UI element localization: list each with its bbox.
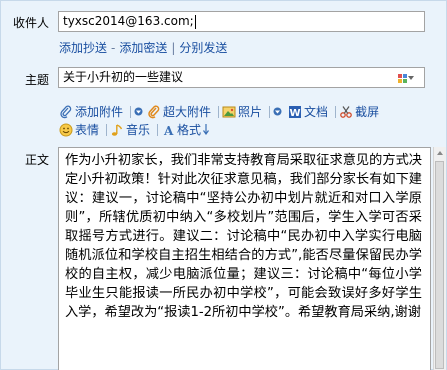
recipient-row: 收件人 tyxsc2014@163.com; (1, 11, 446, 33)
format-label: 格式 (177, 123, 202, 137)
screenshot-button[interactable]: 截屏 (339, 103, 379, 120)
svg-text:W: W (290, 108, 301, 119)
music-label: 音乐 (126, 123, 151, 137)
add-attachment-label: 添加附件 (75, 105, 124, 119)
add-attachment-button[interactable]: 添加附件 (59, 103, 123, 120)
photo-icon (222, 106, 236, 117)
separator-dash: - (111, 41, 116, 55)
add-cc-link[interactable]: 添加抄送 (59, 41, 107, 55)
message-body-editor[interactable]: 作为小升初家长，我们非常支持教育局采取征求意见的方式决定小升初政策！针对此次征求… (58, 147, 431, 370)
document-label: 文档 (304, 105, 329, 119)
recipient-links: 添加抄送 - 添加密送 | 分别发送 (59, 39, 227, 56)
toolbar-divider (218, 105, 220, 118)
scissors-icon (340, 105, 352, 118)
toolbar-divider (157, 123, 159, 136)
photo-label: 照片 (238, 105, 263, 119)
paperclip-icon (60, 105, 72, 118)
toolbar-divider (106, 123, 108, 136)
screenshot-label: 截屏 (355, 105, 380, 119)
compose-mail-panel: 收件人 tyxsc2014@163.com; 添加抄送 - 添加密送 | 分别发送 主题… (0, 0, 447, 370)
toolbar-row-2: 表情 音乐 A 格式 (59, 121, 213, 138)
music-button[interactable]: 音乐 (110, 121, 150, 138)
subject-row: 主题 关于小升初的一些建议 (1, 67, 446, 89)
recipient-value: tyxsc2014@163.com; (63, 14, 194, 28)
document-button[interactable]: W 文档 (288, 103, 328, 120)
music-note-icon (111, 123, 123, 136)
body-scrollbar[interactable] (433, 147, 446, 370)
toolbar-divider (130, 105, 132, 118)
text-caret (194, 14, 196, 29)
toolbar-row-1: 添加附件 超大附件 照片 W 文档 截屏 (59, 103, 383, 120)
large-attachment-label: 超大附件 (163, 105, 212, 119)
large-attachment-button[interactable]: 超大附件 (147, 103, 211, 120)
subject-value: 关于小升初的一些建议 (63, 70, 184, 84)
separate-send-link[interactable]: 分别发送 (179, 41, 227, 55)
toolbar-divider (335, 105, 337, 118)
toolbar-divider (269, 105, 271, 118)
subject-label: 主题 (24, 73, 49, 87)
add-bcc-link[interactable]: 添加密送 (119, 41, 167, 55)
large-attachment-icon (148, 104, 160, 118)
message-body-text: 作为小升初家长，我们非常支持教育局采取征求意见的方式决定小升初政策！针对此次征求… (65, 153, 422, 320)
text-format-icon: A (163, 124, 174, 137)
emoticon-button[interactable]: 表情 (59, 121, 99, 138)
word-document-icon: W (289, 105, 302, 119)
subject-color-picker-button[interactable] (398, 71, 418, 85)
body-label: 正文 (24, 153, 49, 167)
color-grid-icon (398, 73, 407, 83)
photo-dropdown-icon[interactable] (273, 107, 282, 116)
scroll-up-arrow-icon[interactable] (437, 151, 443, 155)
recipient-label: 收件人 (12, 16, 49, 30)
smiley-icon (59, 123, 73, 136)
attachment-dropdown-icon[interactable] (134, 107, 143, 116)
scrollbar-thumb[interactable] (435, 161, 444, 369)
svg-text:A: A (163, 124, 174, 137)
photo-button[interactable]: 照片 (222, 103, 262, 120)
recipient-input[interactable]: tyxsc2014@163.com; (58, 11, 425, 32)
emoticon-label: 表情 (75, 123, 100, 137)
chevron-down-icon (408, 76, 414, 80)
format-button[interactable]: A 格式 (161, 121, 210, 138)
separator-bar: | (171, 41, 176, 55)
subject-input[interactable]: 关于小升初的一些建议 (58, 67, 425, 88)
arrow-down-icon (203, 124, 210, 135)
